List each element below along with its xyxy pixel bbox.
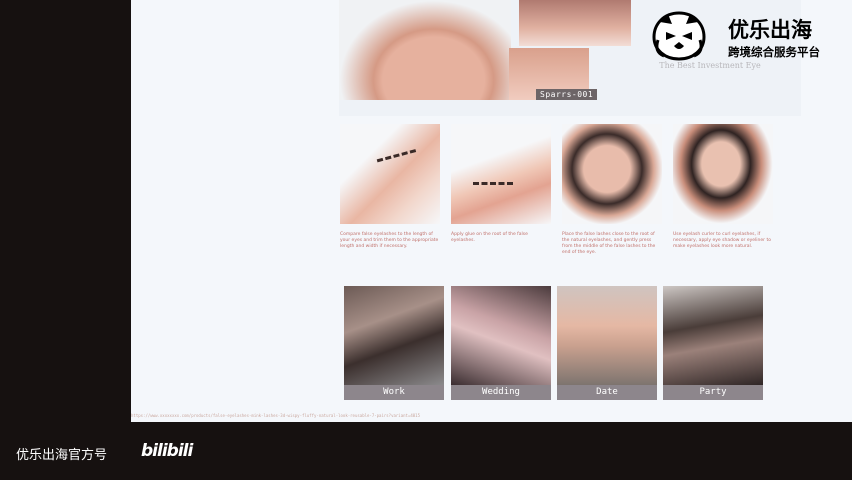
apply-glue-photo: [451, 124, 551, 224]
scene-card-work[interactable]: Work: [344, 286, 444, 400]
occasion-scenes: Work Wedding Date Party: [344, 286, 764, 400]
brand-name: 优乐出海: [728, 18, 812, 42]
scene-label: Wedding: [451, 385, 551, 400]
wedding-scene-photo: [451, 286, 551, 385]
status-bar-url: https://www.xxxxxxxx.com/products/false-…: [131, 413, 420, 418]
model-tag: Sparrs-001: [536, 89, 598, 100]
date-scene-photo: [557, 286, 657, 385]
scene-label: Work: [344, 385, 444, 400]
step-card: Compare false eyelashes to the length of…: [340, 124, 440, 250]
model-face-photo: [519, 0, 631, 46]
place-lashes-photo: [562, 124, 662, 224]
step-text: Apply glue on the root of the false eyel…: [451, 232, 528, 243]
model-neck-photo: [339, 0, 511, 100]
trim-lashes-photo: [340, 124, 440, 224]
lion-head-icon: [652, 11, 706, 61]
step-text: Place the false lashes close to the root…: [562, 232, 656, 255]
how-to-apply-steps: Compare false eyelashes to the length of…: [340, 124, 773, 264]
scene-card-party[interactable]: Party: [663, 286, 763, 400]
scene-label: Party: [663, 385, 763, 400]
scene-card-wedding[interactable]: Wedding: [451, 286, 551, 400]
step-card: Place the false lashes close to the root…: [562, 124, 662, 256]
scene-label: Date: [557, 385, 657, 400]
lash-strip-icon: [376, 149, 420, 174]
bilibili-logo: bilibili: [141, 441, 193, 461]
work-scene-photo: [344, 286, 444, 385]
step-card: Apply glue on the root of the false eyel…: [451, 124, 551, 244]
scene-card-date[interactable]: Date: [557, 286, 657, 400]
step-text: Compare false eyelashes to the length of…: [340, 232, 439, 249]
lash-strip-icon: [473, 182, 513, 197]
step-card: Use eyelash curler to curl eyelashes, if…: [673, 124, 773, 250]
step-text: Use eyelash curler to curl eyelashes, if…: [673, 232, 771, 249]
brand-watermark: 优乐出海 跨境综合服务平台: [650, 8, 845, 68]
curl-lashes-photo: [673, 124, 773, 224]
party-scene-photo: [663, 286, 763, 385]
channel-watermark: 优乐出海官方号: [16, 448, 108, 463]
brand-subtitle: 跨境综合服务平台: [728, 45, 820, 59]
